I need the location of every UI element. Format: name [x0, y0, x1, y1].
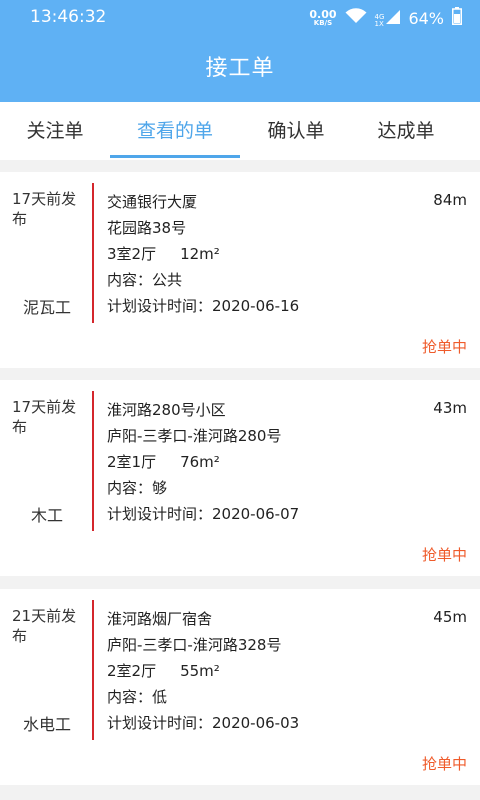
- posted-time: 21天前发布: [12, 607, 77, 645]
- battery-icon: [452, 7, 462, 29]
- status-icons: 0.00 KB/S 4G 1X 64%: [309, 6, 462, 30]
- project-size: 2室1厅 76m²: [107, 451, 220, 472]
- tab-viewed[interactable]: 查看的单: [110, 102, 240, 160]
- grab-order-status[interactable]: 抢单中: [422, 336, 467, 357]
- planned-design-time: 计划设计时间：2020-06-16: [107, 297, 300, 315]
- project-size: 3室2厅 12m²: [107, 243, 220, 264]
- grab-order-status[interactable]: 抢单中: [422, 753, 467, 774]
- grab-order-status[interactable]: 抢单中: [422, 544, 467, 565]
- project-content: 内容：够: [107, 479, 168, 497]
- net-speed-unit: KB/S: [313, 19, 333, 27]
- trade-type: 泥瓦工: [22, 298, 71, 317]
- tab-followed[interactable]: 关注单: [10, 102, 100, 160]
- order-card[interactable]: 17天前发布 泥瓦工 交通银行大厦 花园路38号 3室2厅 12m² 内容：公共 …: [0, 172, 480, 368]
- floor-area: 76m²: [180, 453, 220, 471]
- card-divider: [92, 183, 94, 323]
- card-divider: [92, 600, 94, 740]
- distance: 84m: [433, 191, 467, 209]
- distance: 45m: [433, 608, 467, 626]
- trade-type: 木工: [30, 506, 63, 525]
- wifi-icon: [345, 8, 367, 28]
- room-layout: 3室2厅: [107, 245, 157, 263]
- order-card[interactable]: 21天前发布 水电工 淮河路烟厂宿舍 庐阳-三孝口-淮河路328号 2室2厅 55…: [0, 589, 480, 785]
- planned-design-time: 计划设计时间：2020-06-07: [107, 505, 300, 523]
- distance: 43m: [433, 399, 467, 417]
- tab-completed[interactable]: 达成单: [360, 102, 452, 160]
- signal-icon: [386, 9, 401, 28]
- battery-percent: 64%: [408, 8, 444, 28]
- trade-type: 水电工: [22, 715, 71, 734]
- project-address: 花园路38号: [107, 219, 187, 237]
- order-card[interactable]: 17天前发布 木工 淮河路280号小区 庐阳-三孝口-淮河路280号 2室1厅 7…: [0, 380, 480, 576]
- floor-area: 55m²: [180, 662, 220, 680]
- room-layout: 2室2厅: [107, 662, 157, 680]
- tab-active-indicator: [110, 155, 240, 158]
- floor-area: 12m²: [180, 245, 220, 263]
- status-bar: 13:46:32 0.00 KB/S 4G 1X 64%: [0, 0, 480, 36]
- cellular-signal: 4G 1X: [375, 9, 401, 28]
- app-header: 接工单: [0, 36, 480, 102]
- status-time: 13:46:32: [30, 7, 107, 27]
- project-name: 淮河路烟厂宿舍: [107, 610, 213, 628]
- project-content: 内容：公共: [107, 271, 183, 289]
- room-layout: 2室1厅: [107, 453, 157, 471]
- tab-bar: 关注单 查看的单 确认单 达成单: [0, 102, 480, 160]
- project-size: 2室2厅 55m²: [107, 660, 220, 681]
- posted-time: 17天前发布: [12, 190, 77, 228]
- project-name: 淮河路280号小区: [107, 401, 226, 419]
- card-divider: [92, 391, 94, 531]
- project-address: 庐阳-三孝口-淮河路328号: [107, 636, 282, 654]
- tab-confirmed[interactable]: 确认单: [250, 102, 342, 160]
- net-speed: 0.00 KB/S: [309, 9, 336, 27]
- posted-time: 17天前发布: [12, 398, 77, 436]
- planned-design-time: 计划设计时间：2020-06-03: [107, 714, 300, 732]
- project-address: 庐阳-三孝口-淮河路280号: [107, 427, 282, 445]
- page-title: 接工单: [205, 56, 275, 81]
- project-content: 内容：低: [107, 688, 168, 706]
- project-name: 交通银行大厦: [107, 193, 198, 211]
- sim-slot: 1X: [374, 19, 384, 28]
